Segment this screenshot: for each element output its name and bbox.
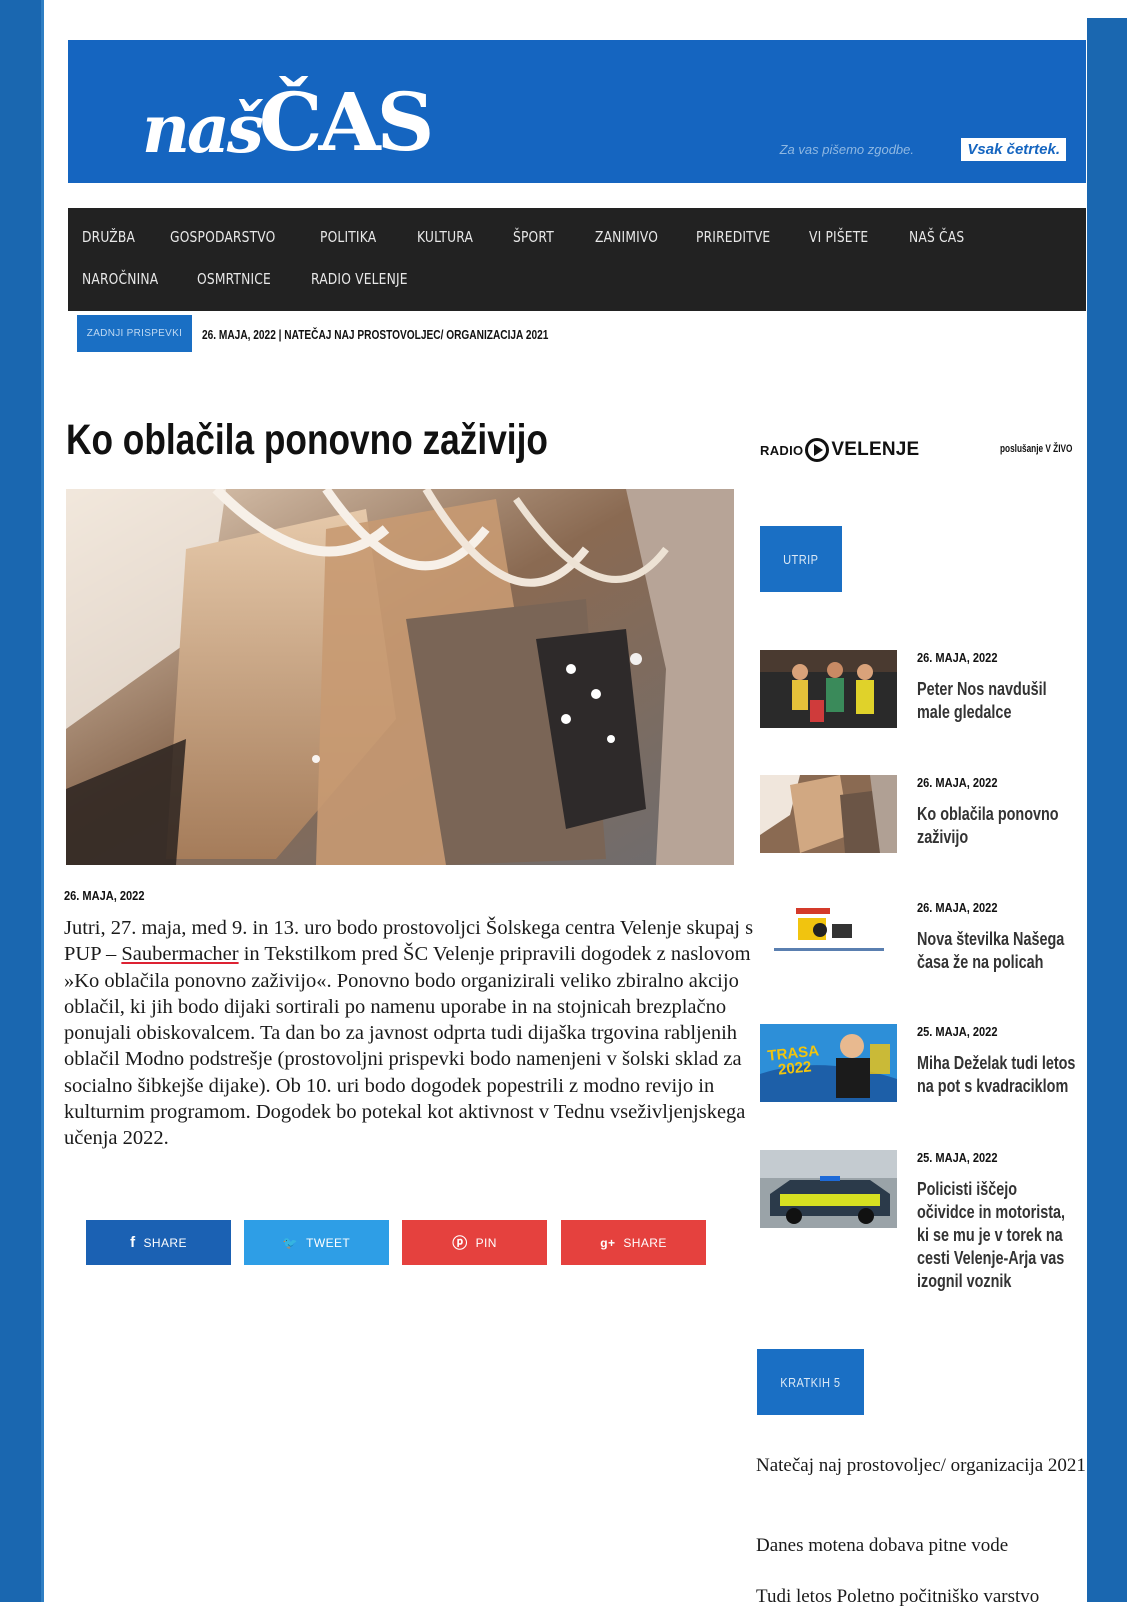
post-title[interactable]: Peter Nos navdušil male gledalce — [917, 678, 1077, 724]
twitter-icon: 🐦 — [282, 1235, 299, 1250]
post-date: 25. MAJA, 2022 — [917, 1150, 998, 1165]
post-thumbnail[interactable] — [760, 1150, 897, 1228]
article-link-saubermacher[interactable]: Saubermacher — [121, 943, 238, 965]
pinterest-icon: ⓟ — [452, 1235, 468, 1252]
nav-item-druzba[interactable]: DRUŽBA — [82, 228, 135, 246]
utrip-section-label[interactable]: UTRIP — [760, 526, 842, 592]
radio-logo-word: RADIO — [760, 442, 804, 458]
nav-item-sport[interactable]: ŠPORT — [513, 228, 554, 246]
post-thumbnail[interactable] — [760, 650, 897, 728]
site-header: naš ČAS Za vas pišemo zgodbe. Vsak četrt… — [68, 40, 1086, 183]
article-body-text-2: in Tekstilkom pred ŠC Velenje pripravili… — [64, 943, 751, 1150]
pinterest-share-button[interactable]: ⓟ PIN — [402, 1220, 547, 1265]
kratkih-label-text: KRATKIH 5 — [780, 1374, 841, 1390]
pin-label: PIN — [475, 1235, 497, 1250]
site-logo[interactable]: naš ČAS — [142, 75, 435, 169]
share-label-2: SHARE — [623, 1235, 667, 1250]
header-tagline: Za vas pišemo zgodbe. — [779, 142, 914, 157]
facebook-icon: f — [130, 1234, 136, 1251]
nav-item-nas-cas[interactable]: NAŠ ČAS — [909, 228, 964, 246]
article-body: Jutri, 27. maja, med 9. in 13. uro bodo … — [64, 915, 764, 1152]
logo-text-nas: naš — [142, 90, 264, 168]
nav-item-vi-pisete[interactable]: VI PIŠETE — [809, 228, 868, 246]
googleplus-icon: g+ — [600, 1235, 616, 1250]
kratkih-5-section-label[interactable]: KRATKIH 5 — [757, 1349, 864, 1415]
post-title[interactable]: Nova številka Našega časa že na policah — [917, 928, 1077, 974]
listen-live-link[interactable]: poslušanje V ŽIVO — [1000, 443, 1072, 455]
utrip-label-text: UTRIP — [783, 551, 819, 567]
post-title[interactable]: Ko oblačila ponovno zaživijo — [917, 803, 1077, 849]
nav-item-kultura[interactable]: KULTURA — [417, 228, 473, 246]
twitter-share-button[interactable]: 🐦 TWEET — [244, 1220, 389, 1265]
article-date: 26. MAJA, 2022 — [64, 888, 145, 903]
post-thumbnail[interactable]: TRASA 2022 — [760, 1024, 897, 1102]
page-edge-left — [0, 0, 44, 1602]
post-thumbnail[interactable] — [760, 900, 897, 978]
nav-item-osmrtnice[interactable]: OSMRTNICE — [197, 270, 271, 288]
share-label: SHARE — [143, 1235, 187, 1250]
main-nav: DRUŽBA GOSPODARSTVO POLITIKA KULTURA ŠPO… — [68, 208, 1086, 311]
post-date: 26. MAJA, 2022 — [917, 900, 998, 915]
nav-item-radio-velenje[interactable]: RADIO VELENJE — [311, 270, 408, 288]
nav-item-narocnina[interactable]: NAROČNINA — [82, 270, 158, 288]
logo-text-cas: ČAS — [258, 75, 435, 169]
breaking-news-label: ZADNJI PRISPEVKI — [77, 315, 192, 352]
kratkih-item-1[interactable]: Natečaj naj prostovoljec/ organizacija 2… — [756, 1452, 1096, 1479]
post-date: 26. MAJA, 2022 — [917, 775, 998, 790]
nav-item-zanimivo[interactable]: ZANIMIVO — [595, 228, 658, 246]
nav-item-gospodarstvo[interactable]: GOSPODARSTVO — [170, 228, 276, 246]
nav-item-politika[interactable]: POLITIKA — [320, 228, 376, 246]
article-title: Ko oblačila ponovno zaživijo — [66, 416, 548, 464]
tweet-label: TWEET — [306, 1235, 351, 1250]
post-thumbnail[interactable] — [760, 775, 897, 853]
facebook-share-button[interactable]: f SHARE — [86, 1220, 231, 1265]
radio-logo-name: VELENJE — [831, 439, 920, 460]
post-date: 25. MAJA, 2022 — [917, 1024, 998, 1039]
trasa-badge: TRASA 2022 — [766, 1042, 820, 1079]
radio-velenje-logo[interactable]: RADIO VELENJE — [760, 438, 919, 462]
post-title[interactable]: Policisti iščejo očividce in motorista, … — [917, 1178, 1077, 1293]
header-tagline-badge: Vsak četrtek. — [961, 138, 1066, 161]
googleplus-share-button[interactable]: g+ SHARE — [561, 1220, 706, 1265]
kratkih-item-3[interactable]: Tudi letos Poletno počitniško varstvo — [756, 1583, 1096, 1610]
article-hero-image — [66, 489, 734, 865]
post-title[interactable]: Miha Deželak tudi letos na pot s kvadrac… — [917, 1052, 1077, 1098]
kratkih-item-2[interactable]: Danes motena dobava pitne vode — [756, 1532, 1096, 1559]
play-icon — [805, 438, 830, 462]
page-edge-right — [1087, 18, 1127, 1602]
breaking-news-ticker[interactable]: 26. MAJA, 2022 | NATEČAJ NAJ PROSTOVOLJE… — [202, 327, 548, 342]
nav-item-prireditve[interactable]: PRIREDITVE — [696, 228, 770, 246]
post-date: 26. MAJA, 2022 — [917, 650, 998, 665]
